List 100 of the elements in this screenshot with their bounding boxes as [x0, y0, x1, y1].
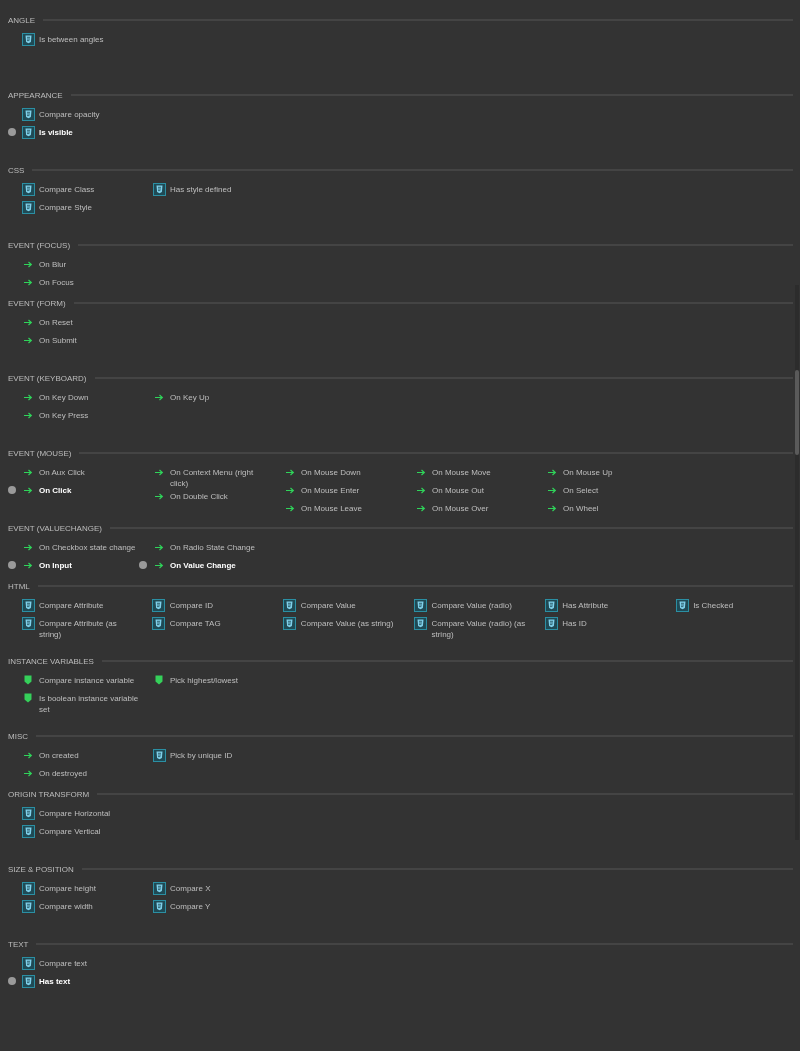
condition-item[interactable]: On Double Click — [167, 489, 228, 502]
condition-item[interactable]: Has text — [36, 974, 71, 987]
condition-item[interactable]: Compare Y — [167, 899, 211, 912]
condition-item[interactable]: On Reset — [36, 315, 73, 328]
condition-item[interactable]: On Key Up — [167, 390, 210, 403]
condition-item[interactable]: Compare Value (as string) — [297, 616, 394, 629]
arrow-icon — [23, 260, 33, 268]
condition-item[interactable]: Compare instance variable — [36, 673, 135, 686]
condition-item[interactable]: On Mouse Out — [429, 483, 485, 496]
condition-item[interactable]: Compare TAG — [166, 616, 221, 629]
arrow-icon — [285, 504, 295, 512]
condition-item[interactable]: Is visible — [36, 125, 73, 138]
condition-item[interactable]: On Input — [36, 558, 72, 571]
condition-item[interactable]: On Value Change — [167, 558, 236, 571]
condition-item[interactable]: Compare Horizontal — [36, 806, 111, 819]
condition-item[interactable]: Compare Vertical — [36, 824, 101, 837]
condition-item[interactable]: On Key Down — [36, 390, 89, 403]
condition-item[interactable]: On created — [36, 748, 79, 761]
shield-icon — [152, 616, 166, 630]
arrow-icon — [154, 492, 164, 500]
condition-item[interactable]: On Key Press — [36, 408, 89, 421]
condition-item[interactable]: On Mouse Down — [298, 465, 361, 478]
arrow-icon — [23, 769, 33, 777]
shield-icon — [21, 956, 35, 970]
shield-icon — [21, 182, 35, 196]
condition-item[interactable]: On Checkbox state change — [36, 540, 136, 553]
condition-item[interactable]: Compare ID — [166, 598, 213, 611]
arrow-icon — [23, 561, 33, 569]
condition-item[interactable]: Compare height — [36, 881, 96, 894]
shield-icon — [21, 125, 35, 139]
condition-item[interactable]: On Click — [36, 483, 72, 496]
scrollbar-thumb[interactable] — [795, 370, 799, 455]
condition-item[interactable]: Has ID — [559, 616, 587, 629]
condition-item[interactable]: Compare Value — [297, 598, 356, 611]
condition-item[interactable]: On Select — [560, 483, 599, 496]
condition-item[interactable]: On Mouse Enter — [298, 483, 360, 496]
condition-item[interactable]: On destroyed — [36, 766, 88, 779]
condition-item[interactable]: On Submit — [36, 333, 77, 346]
arrow-icon — [23, 393, 33, 401]
section-heading: EVENT (VALUECHANGE) — [8, 523, 102, 533]
condition-item[interactable]: Is Checked — [690, 598, 734, 611]
condition-item[interactable]: Compare width — [36, 899, 93, 912]
section-heading: HTML — [8, 581, 30, 591]
section-heading: EVENT (MOUSE) — [8, 448, 72, 458]
shield-icon — [21, 899, 35, 913]
condition-item[interactable]: On Mouse Up — [560, 465, 613, 478]
section-heading: APPEARANCE — [8, 90, 63, 100]
condition-item[interactable]: On Mouse Over — [429, 501, 489, 514]
arrow-icon — [23, 411, 33, 419]
condition-item[interactable]: On Aux Click — [36, 465, 85, 478]
condition-item[interactable]: On Mouse Leave — [298, 501, 362, 514]
condition-item[interactable]: On Radio State Change — [167, 540, 255, 553]
arrow-icon — [23, 278, 33, 286]
condition-item[interactable]: Compare Style — [36, 200, 92, 213]
section-heading: ORIGIN TRANSFORM — [8, 789, 90, 799]
shield-icon — [283, 616, 297, 630]
condition-item[interactable]: Pick highest/lowest — [167, 673, 239, 686]
arrow-icon — [416, 486, 426, 494]
condition-item[interactable]: Compare X — [167, 881, 211, 894]
section-heading: EVENT (KEYBOARD) — [8, 373, 87, 383]
condition-item[interactable]: Compare Value (radio) — [428, 598, 512, 611]
condition-item[interactable]: Pick by unique ID — [167, 748, 233, 761]
shield-icon — [21, 881, 35, 895]
shield-icon — [283, 598, 297, 612]
condition-item[interactable]: On Context Menu (right click) — [167, 465, 270, 489]
condition-item[interactable]: Compare Value (radio) (as string) — [428, 616, 532, 640]
section-heading: CSS — [8, 165, 25, 175]
shield-icon — [544, 616, 558, 630]
shield-icon — [21, 32, 35, 46]
shield-icon — [675, 598, 689, 612]
arrow-icon — [285, 486, 295, 494]
arrow-icon — [23, 751, 33, 759]
arrow-icon — [547, 486, 557, 494]
shield-icon — [152, 182, 166, 196]
condition-item[interactable]: Compare Attribute (as string) — [36, 616, 139, 640]
shield-icon — [21, 974, 35, 988]
shield-icon — [21, 107, 35, 121]
arrow-icon — [416, 468, 426, 476]
condition-item[interactable]: On Mouse Move — [429, 465, 491, 478]
shield-icon — [152, 881, 166, 895]
arrow-icon — [154, 561, 164, 569]
condition-item[interactable]: Has style defined — [167, 182, 232, 195]
shield-icon — [21, 200, 35, 214]
condition-item[interactable]: Compare opacity — [36, 107, 100, 120]
condition-item[interactable]: Is between angles — [36, 32, 104, 45]
arrow-icon — [547, 468, 557, 476]
condition-item[interactable]: On Focus — [36, 275, 74, 288]
condition-item[interactable]: On Wheel — [560, 501, 599, 514]
shield-icon — [21, 598, 35, 612]
condition-item[interactable]: Compare Attribute — [36, 598, 104, 611]
shield-icon — [152, 598, 166, 612]
arrow-icon — [547, 504, 557, 512]
condition-item[interactable]: Compare Class — [36, 182, 95, 195]
shield-icon — [152, 748, 166, 762]
section-heading: ANGLE — [8, 15, 36, 25]
condition-item[interactable]: Is boolean instance variable set — [36, 691, 139, 715]
condition-item[interactable]: Compare text — [36, 956, 88, 969]
condition-item[interactable]: Has Attribute — [559, 598, 609, 611]
condition-item[interactable]: On Blur — [36, 257, 67, 270]
shield-icon — [21, 616, 35, 630]
